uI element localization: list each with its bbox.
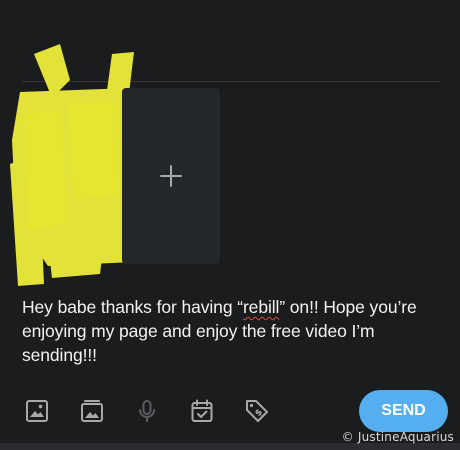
price-tag-icon[interactable]: $ (244, 398, 270, 424)
image-icon-glyph (26, 400, 48, 422)
message-text-start: Hey babe thanks for having “ (22, 297, 243, 317)
redacted-media-thumbnail[interactable] (8, 44, 138, 288)
watermark: © JustineAquarius (341, 430, 454, 444)
calendar-check-icon-glyph (191, 399, 213, 422)
plus-icon (160, 165, 182, 187)
bottom-bar (0, 443, 460, 450)
gallery-icon[interactable] (79, 398, 105, 424)
price-tag-icon-glyph: $ (246, 400, 268, 422)
add-media-button[interactable] (122, 88, 220, 264)
send-button[interactable]: SEND (359, 390, 448, 432)
microphone-icon[interactable] (134, 398, 160, 424)
gallery-icon-glyph (81, 400, 103, 422)
calendar-check-icon[interactable] (189, 398, 215, 424)
redaction-scribble (10, 44, 134, 286)
misspelled-word[interactable]: rebill (243, 297, 279, 317)
message-input[interactable]: Hey babe thanks for having “rebill” on!!… (22, 295, 452, 367)
message-composer: Hey babe thanks for having “rebill” on!!… (0, 0, 460, 450)
microphone-icon-glyph (139, 400, 155, 422)
image-icon[interactable] (24, 398, 50, 424)
